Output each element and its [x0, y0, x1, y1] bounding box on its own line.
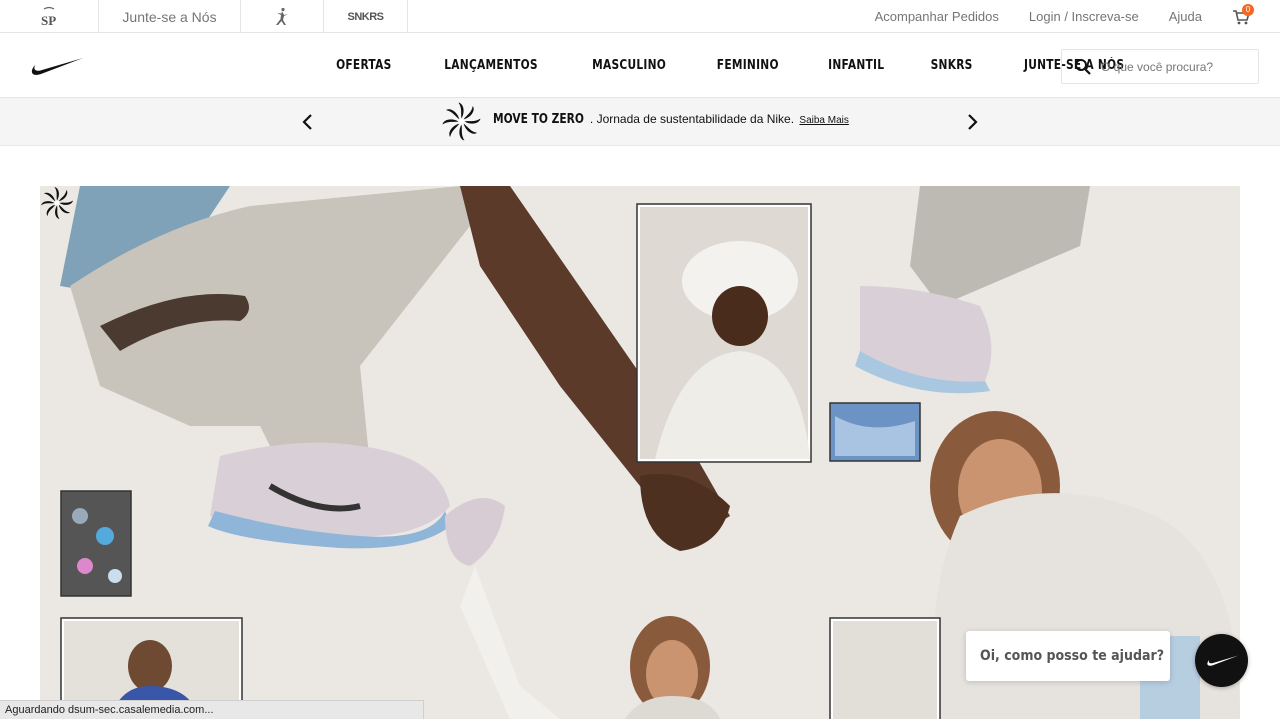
jumpman-icon	[276, 7, 288, 25]
menu-item-infantil[interactable]: INFANTIL	[813, 58, 899, 73]
menu-item-masculino[interactable]: MASCULINO	[577, 58, 680, 73]
sp-logo-icon: SP	[41, 6, 56, 28]
svg-text:SP: SP	[41, 13, 56, 28]
move-to-zero-icon	[41, 187, 73, 219]
browser-status-bar: Aguardando dsum-sec.casalemedia.com...	[0, 700, 424, 719]
help-link[interactable]: Ajuda	[1169, 9, 1202, 24]
promo-message: MOVE TO ZERO . Jornada de sustentabilidad…	[493, 112, 849, 127]
chevron-left-icon[interactable]	[299, 112, 317, 132]
nike-swoosh-icon	[1206, 655, 1238, 666]
chat-prompt-bubble[interactable]: Oi, como posso te ajudar?	[966, 631, 1170, 681]
nike-swoosh-icon[interactable]	[28, 56, 84, 78]
snkrs-link[interactable]: SNKRS	[324, 0, 408, 33]
chat-open-button[interactable]	[1195, 634, 1248, 687]
promo-description: . Jornada de sustentabilidade da Nike.	[589, 112, 795, 126]
join-us-link[interactable]: Junte-se a Nós	[99, 0, 241, 33]
menu-item-snkrs[interactable]: SNKRS	[916, 58, 988, 73]
chevron-right-icon[interactable]	[963, 112, 981, 132]
search-box[interactable]	[1061, 49, 1259, 84]
utility-links: Acompanhar Pedidos Login / Inscreva-se A…	[875, 0, 1248, 33]
login-link[interactable]: Login / Inscreva-se	[1029, 9, 1139, 24]
search-input[interactable]	[1101, 59, 1251, 74]
search-icon[interactable]	[1074, 58, 1092, 76]
move-to-zero-icon	[442, 102, 481, 141]
promo-learn-more-link[interactable]: Saiba Mais	[799, 115, 848, 126]
main-navigation: OFERTAS LANÇAMENTOS MASCULINO FEMININO I…	[0, 33, 1280, 98]
track-orders-link[interactable]: Acompanhar Pedidos	[875, 9, 999, 24]
menu-item-lancamentos[interactable]: LANÇAMENTOS	[429, 58, 552, 73]
sp-logo-link[interactable]: SP	[0, 0, 99, 33]
promo-banner: MOVE TO ZERO . Jornada de sustentabilidad…	[0, 98, 1280, 146]
menu-item-feminino[interactable]: FEMININO	[702, 58, 794, 73]
promo-title: MOVE TO ZERO	[493, 112, 584, 127]
main-menu: OFERTAS LANÇAMENTOS MASCULINO FEMININO I…	[312, 33, 1153, 97]
jordan-link[interactable]	[241, 0, 324, 33]
top-utility-bar: SP Junte-se a Nós SNKRS Acompanhar Pedid…	[0, 0, 1280, 33]
cart-count-badge: 0	[1242, 4, 1254, 16]
chat-prompt-text: Oi, como posso te ajudar?	[980, 648, 1165, 664]
menu-item-ofertas[interactable]: OFERTAS	[321, 58, 406, 73]
